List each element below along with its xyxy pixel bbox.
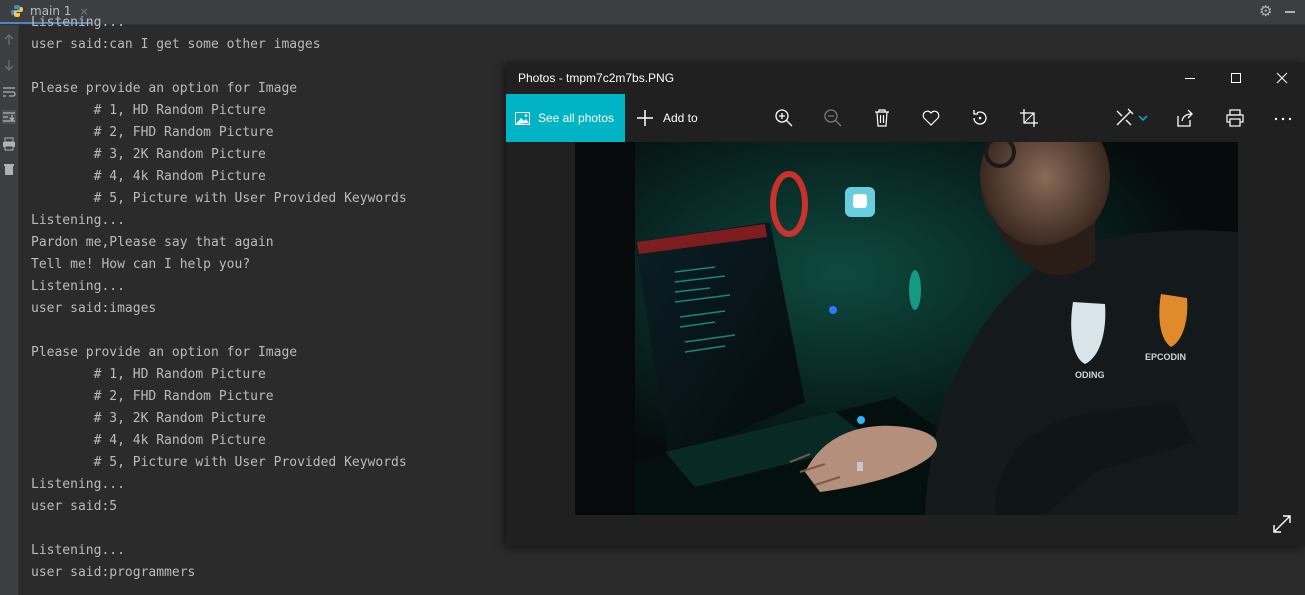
zoom-in-icon[interactable] <box>774 108 794 128</box>
arrow-down-icon[interactable] <box>2 58 16 72</box>
console-line: Listening... <box>31 543 125 558</box>
favorite-icon[interactable] <box>921 108 941 128</box>
window-title: Photos - tmpm7c2m7bs.PNG <box>518 71 675 85</box>
edit-icon[interactable] <box>1114 108 1134 128</box>
hide-panel-icon[interactable] <box>1283 4 1297 18</box>
see-all-photos-label: See all photos <box>538 111 615 125</box>
chevron-down-icon[interactable] <box>1138 113 1148 123</box>
trash-icon[interactable] <box>2 162 16 176</box>
minimize-icon[interactable] <box>1167 62 1213 94</box>
delete-icon[interactable] <box>872 108 892 128</box>
programmer-at-computer-image: ODING EPCODIN <box>575 142 1238 515</box>
console-line: # 3, 2K Random Picture <box>31 147 266 162</box>
console-line: # 2, FHD Random Picture <box>31 389 274 404</box>
shirt-text-left: ODING <box>1075 370 1105 380</box>
console-line: Listening... <box>31 15 125 30</box>
share-icon[interactable] <box>1175 108 1195 128</box>
zoom-out-icon[interactable] <box>823 108 843 128</box>
console-line: Listening... <box>31 279 125 294</box>
console-line: # 4, 4k Random Picture <box>31 433 266 448</box>
soft-wrap-icon[interactable] <box>2 85 16 99</box>
console-line: # 5, Picture with User Provided Keywords <box>31 191 407 206</box>
console-line: Listening... <box>31 477 125 492</box>
photos-toolbar: See all photos Add to <box>506 94 1305 142</box>
plus-icon <box>637 110 653 126</box>
console-line: Please provide an option for Image <box>31 345 298 360</box>
console-line: # 1, HD Random Picture <box>31 103 266 118</box>
console-line: user said:can I get some other images <box>31 37 321 52</box>
arrow-up-icon[interactable] <box>2 33 16 47</box>
more-options-icon[interactable] <box>1273 108 1293 128</box>
console-line: # 3, 2K Random Picture <box>31 411 266 426</box>
console-line: # 4, 4k Random Picture <box>31 169 266 184</box>
console-line: user said:programmers <box>31 565 196 580</box>
scroll-to-end-icon[interactable] <box>2 110 16 124</box>
console-line: user said:5 <box>31 499 118 514</box>
console-line: # 5, Picture with User Provided Keywords <box>31 455 407 470</box>
photos-title-bar: Photos - tmpm7c2m7bs.PNG <box>506 62 1305 94</box>
shirt-text-right: EPCODIN <box>1145 352 1186 362</box>
add-to-button[interactable]: Add to <box>636 94 698 142</box>
gear-icon[interactable]: ⚙ <box>1259 3 1275 19</box>
rotate-icon[interactable] <box>970 108 990 128</box>
see-all-photos-button[interactable]: See all photos <box>506 94 625 142</box>
console-line: user said:images <box>31 301 157 316</box>
console-line: # 1, HD Random Picture <box>31 367 266 382</box>
photo-gallery-icon <box>515 111 530 125</box>
crop-icon[interactable] <box>1019 108 1039 128</box>
print-icon[interactable] <box>2 137 16 151</box>
python-file-icon <box>11 5 23 17</box>
console-line: Tell me! How can I help you? <box>31 257 251 272</box>
close-icon[interactable] <box>1259 62 1305 94</box>
photos-window: Photos - tmpm7c2m7bs.PNG See all photos … <box>506 62 1305 546</box>
print-icon[interactable] <box>1225 108 1245 128</box>
console-line: Please provide an option for Image <box>31 81 298 96</box>
console-line: Pardon me,Please say that again <box>31 235 274 250</box>
add-to-label: Add to <box>663 111 698 125</box>
console-output: Listening... user said:can I get some oth… <box>31 12 407 584</box>
console-side-toolbar <box>0 25 19 595</box>
expand-fullscreen-icon[interactable] <box>1272 514 1292 534</box>
maximize-icon[interactable] <box>1213 62 1259 94</box>
console-line: Listening... <box>31 213 125 228</box>
displayed-photo: ODING EPCODIN <box>575 142 1238 515</box>
console-line: # 2, FHD Random Picture <box>31 125 274 140</box>
